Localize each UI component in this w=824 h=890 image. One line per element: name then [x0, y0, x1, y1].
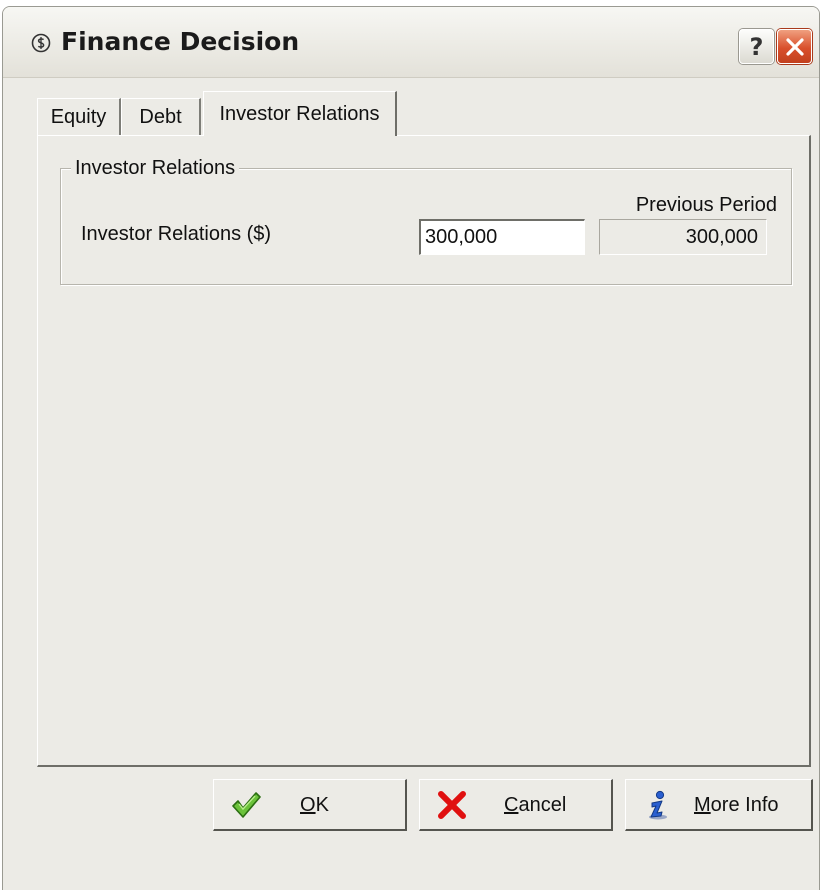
help-label: ? — [749, 32, 764, 61]
info-icon — [649, 790, 667, 820]
close-icon — [785, 37, 804, 56]
investor-relations-group: Investor Relations Previous Period Inves… — [60, 157, 792, 285]
x-icon — [438, 791, 466, 819]
checkmark-icon — [232, 792, 261, 818]
ok-label: OK — [300, 794, 329, 816]
finance-icon — [31, 33, 51, 53]
window-title: Finance Decision — [61, 27, 300, 56]
tab-debt[interactable]: Debt — [121, 98, 201, 136]
tab-investor-relations[interactable]: Investor Relations — [203, 91, 397, 136]
finance-decision-dialog: Finance Decision ? Equity Debt Investor … — [2, 6, 820, 890]
group-title: Investor Relations — [71, 157, 240, 180]
help-button[interactable]: ? — [739, 29, 774, 64]
tab-label: Investor Relations — [219, 102, 380, 125]
more-info-button[interactable]: More Info — [625, 779, 813, 831]
previous-period-value: 300,000 — [599, 219, 767, 255]
previous-period-label: Previous Period — [635, 194, 777, 216]
title-bar[interactable]: Finance Decision ? — [3, 7, 819, 78]
cancel-button[interactable]: Cancel — [419, 779, 613, 831]
more-info-label: More Info — [694, 794, 779, 816]
tab-label: Debt — [139, 106, 182, 128]
ok-button[interactable]: OK — [213, 779, 407, 831]
tab-equity[interactable]: Equity — [37, 98, 121, 136]
tab-panel: Investor Relations Previous Period Inves… — [37, 135, 811, 767]
close-button[interactable] — [777, 29, 812, 64]
investor-relations-label: Investor Relations ($) — [81, 223, 272, 245]
investor-relations-input[interactable] — [419, 219, 585, 255]
tab-label: Equity — [50, 106, 107, 128]
cancel-label: Cancel — [504, 794, 567, 816]
